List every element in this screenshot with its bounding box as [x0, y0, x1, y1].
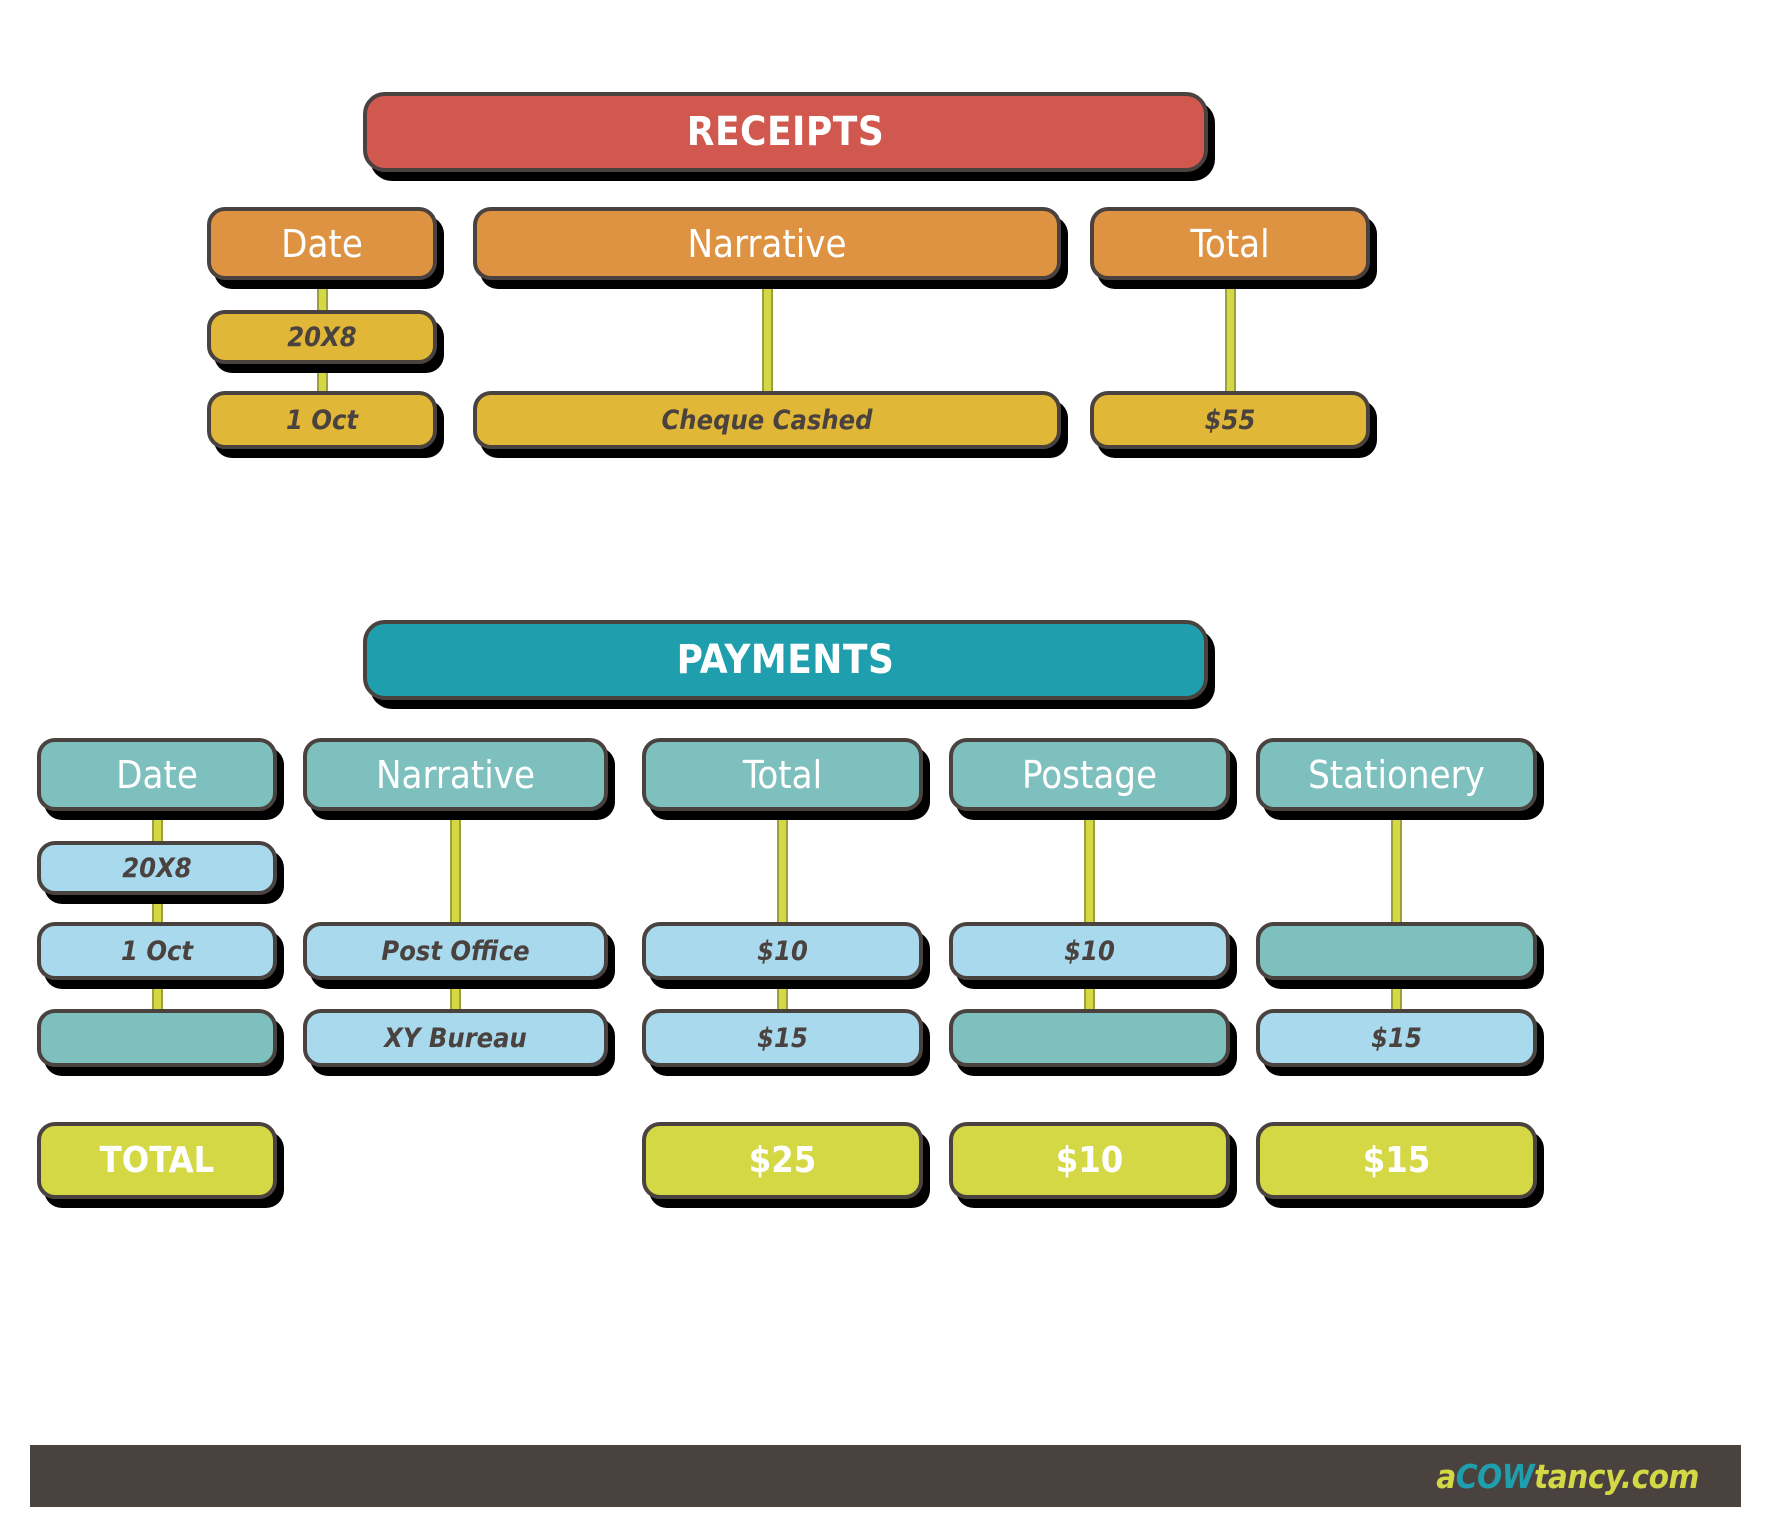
- connector-payments-total-1: [777, 807, 788, 927]
- payments-cell-stationery-r3: $15: [1256, 1009, 1537, 1067]
- payments-cell-stationery-r2: [1256, 922, 1537, 980]
- connector-payments-narrative-3: [450, 976, 461, 1012]
- connector-payments-stationery-1: [1391, 807, 1402, 927]
- connector-receipts-narrative-1: [762, 276, 773, 396]
- connector-payments-postage-1: [1084, 807, 1095, 927]
- acowtancy-logo: aCOWtancy.com: [1436, 1457, 1741, 1496]
- receipts-cell-narrative-r2: Cheque Cashed: [473, 391, 1061, 449]
- receipts-cell-total-r2: $55: [1090, 391, 1370, 449]
- payments-cell-postage-r2: $10: [949, 922, 1230, 980]
- payments-cell-narrative-r2: Post Office: [303, 922, 608, 980]
- diagram-canvas: RECEIPTS Date Narrative Total 20X8 1 Oct…: [0, 0, 1771, 1521]
- footer-bar: aCOWtancy.com: [30, 1445, 1741, 1507]
- payments-total-total: $25: [642, 1122, 923, 1199]
- payments-total-postage: $10: [949, 1122, 1230, 1199]
- connector-payments-total-3: [777, 976, 788, 1012]
- logo-text-tancy: tancy.com: [1534, 1456, 1700, 1496]
- connector-payments-stationery-3: [1391, 976, 1402, 1012]
- payments-cell-postage-r3: [949, 1009, 1230, 1067]
- payments-cell-total-r2: $10: [642, 922, 923, 980]
- payments-banner: PAYMENTS: [363, 620, 1208, 700]
- payments-header-narrative: Narrative: [303, 738, 608, 811]
- receipts-banner: RECEIPTS: [363, 92, 1208, 172]
- payments-total-stationery: $15: [1256, 1122, 1537, 1199]
- payments-cell-total-r3: $15: [642, 1009, 923, 1067]
- receipts-cell-date-r1: 20X8: [207, 310, 437, 364]
- connector-payments-narrative-1: [450, 807, 461, 927]
- receipts-header-total: Total: [1090, 207, 1370, 280]
- connector-payments-date-3: [152, 976, 163, 1012]
- receipts-header-date: Date: [207, 207, 437, 280]
- logo-text-cow: COW: [1455, 1456, 1535, 1496]
- payments-cell-narrative-r3: XY Bureau: [303, 1009, 608, 1067]
- receipts-header-narrative: Narrative: [473, 207, 1061, 280]
- payments-cell-date-r1: 20X8: [37, 841, 277, 895]
- connector-payments-postage-3: [1084, 976, 1095, 1012]
- payments-header-total: Total: [642, 738, 923, 811]
- receipts-cell-date-r2: 1 Oct: [207, 391, 437, 449]
- payments-header-postage: Postage: [949, 738, 1230, 811]
- payments-total-label: TOTAL: [37, 1122, 277, 1199]
- payments-cell-date-r3: [37, 1009, 277, 1067]
- payments-cell-date-r2: 1 Oct: [37, 922, 277, 980]
- connector-receipts-total-1: [1225, 276, 1236, 396]
- logo-text-a: a: [1436, 1456, 1456, 1496]
- payments-header-date: Date: [37, 738, 277, 811]
- payments-header-stationery: Stationery: [1256, 738, 1537, 811]
